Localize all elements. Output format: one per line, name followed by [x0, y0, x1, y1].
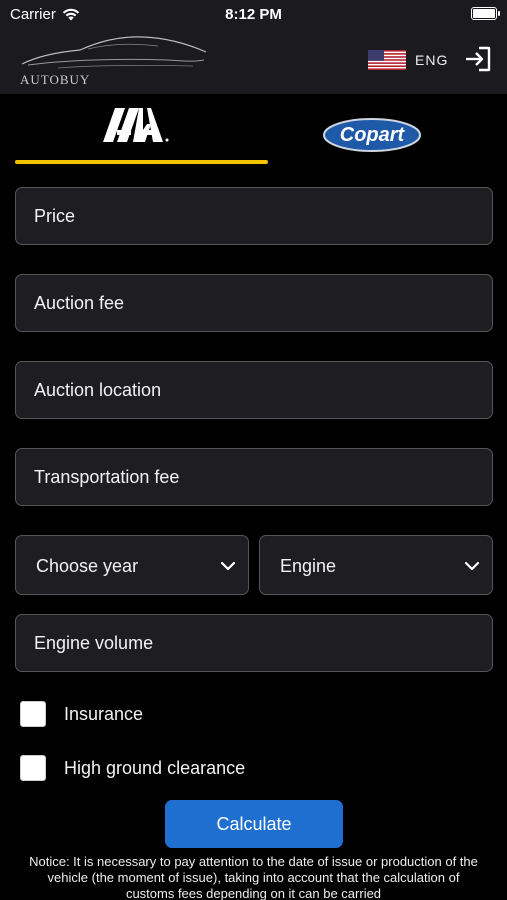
iaa-logo	[103, 108, 169, 142]
autobuy-logo: AUTOBUY	[18, 34, 208, 89]
tab-copart[interactable]: Copart	[268, 94, 492, 164]
calculate-button[interactable]: Calculate	[165, 800, 343, 848]
engine-volume-field[interactable]: Engine volume	[15, 614, 493, 672]
logout-icon[interactable]	[464, 46, 492, 72]
engine-volume-placeholder: Engine volume	[34, 633, 154, 653]
engine-select-label: Engine	[280, 556, 337, 576]
svg-text:Copart: Copart	[340, 124, 406, 146]
insurance-checkbox[interactable]	[20, 701, 46, 727]
transportation-fee-field[interactable]: Transportation fee	[15, 448, 493, 506]
high-clearance-checkbox[interactable]	[20, 755, 46, 781]
copart-logo: Copart	[323, 118, 421, 152]
auction-location-field[interactable]: Auction location	[15, 361, 493, 419]
status-bar: Carrier 8:12 PM	[0, 0, 507, 28]
active-tab-indicator	[15, 160, 268, 164]
price-field[interactable]: Price	[15, 187, 493, 245]
auction-tabs: Copart	[0, 94, 507, 166]
tab-iaa[interactable]	[15, 94, 268, 164]
chevron-down-icon	[220, 561, 236, 571]
insurance-option[interactable]: Insurance	[20, 701, 143, 727]
auction-fee-placeholder: Auction fee	[34, 293, 125, 313]
engine-select[interactable]: Engine	[259, 535, 493, 595]
insurance-label: Insurance	[64, 703, 144, 724]
language-label[interactable]: ENG	[415, 52, 448, 68]
battery-icon	[471, 7, 500, 20]
year-select-label: Choose year	[36, 556, 139, 576]
us-flag-icon[interactable]	[368, 50, 406, 70]
chevron-down-icon	[464, 561, 480, 571]
auction-location-placeholder: Auction location	[34, 380, 162, 400]
year-select[interactable]: Choose year	[15, 535, 249, 595]
clock: 8:12 PM	[225, 6, 282, 23]
high-clearance-option[interactable]: High ground clearance	[20, 755, 245, 781]
logo-text: AUTOBUY	[20, 72, 91, 87]
car-silhouette-icon	[21, 36, 207, 69]
notice-text: Notice: It is necessary to pay attention…	[29, 854, 478, 900]
transportation-fee-placeholder: Transportation fee	[34, 467, 180, 487]
high-clearance-label: High ground clearance	[64, 757, 246, 778]
price-placeholder: Price	[34, 206, 76, 226]
app-header: AUTOBUY ENG	[0, 28, 507, 94]
auction-fee-field[interactable]: Auction fee	[15, 274, 493, 332]
